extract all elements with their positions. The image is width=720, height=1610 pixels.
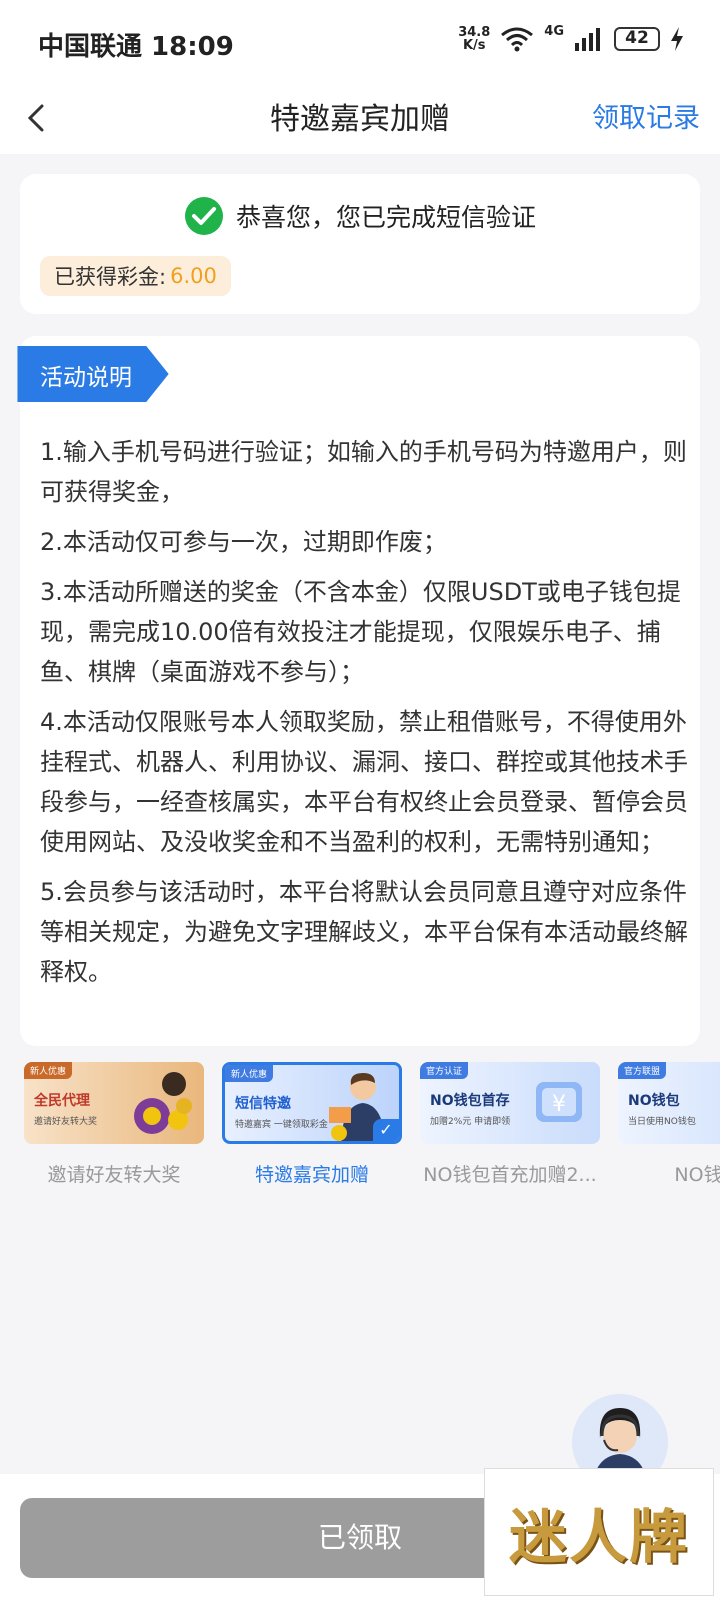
promo-tag: 官方联盟	[618, 1062, 667, 1079]
watermark-text: 迷人牌	[508, 1503, 689, 1571]
rules-tag-label: 活动说明	[40, 365, 132, 391]
promo-thumb-sub: 特邀嘉宾 一键领取彩金	[235, 1120, 328, 1130]
promo-tag: 新人优惠	[24, 1062, 73, 1079]
promo-tag: 官方认证	[420, 1062, 469, 1079]
rule-item: 1.输入手机号码进行验证；如输入的手机号码为特邀用户，则可获得奖金，	[40, 438, 687, 506]
promo-label: NO钱包首充加赠2...	[423, 1164, 597, 1186]
gold-coins-icon	[134, 1072, 192, 1134]
rule-item: 4.本活动仅限账号本人领取奖励，禁止租借账号，不得使用外挂程式、机器人、利用协议…	[40, 708, 688, 856]
promo-thumb-sub: 邀请好友转大奖	[34, 1117, 98, 1127]
bonus-badge: 已获得彩金: 6.00	[40, 256, 231, 296]
promo-thumb-title: NO钱包首存	[430, 1093, 510, 1109]
promo-item-invite[interactable]: 新人优惠 全民代理 邀请好友转大奖 邀请好友转大奖	[24, 1062, 204, 1187]
signal-icon	[575, 28, 600, 51]
promo-tag: 新人优惠	[225, 1065, 274, 1082]
status-icons: 34.8 K/s 4G 42	[458, 23, 684, 52]
success-row: 恭喜您，您已完成短信验证	[20, 196, 700, 236]
promo-label: 邀请好友转大奖	[47, 1164, 181, 1186]
bonus-value: 6.00	[170, 264, 217, 288]
battery-indicator: 42	[614, 27, 660, 51]
wifi-icon	[501, 27, 534, 52]
promo-thumbnail: 官方联盟 NO钱包 当日使用NO钱包	[618, 1062, 720, 1144]
claim-records-link[interactable]: 领取记录	[592, 96, 700, 135]
promo-thumb-title: 短信特邀	[235, 1096, 291, 1112]
rules-list: 1.输入手机号码进行验证；如输入的手机号码为特邀用户，则可获得奖金， 2.本活动…	[40, 432, 700, 1002]
promo-label: NO钱包	[674, 1164, 720, 1186]
wallet-yuan-icon: ¥	[536, 1082, 582, 1122]
nav-bar: 特邀嘉宾加赠 领取记录	[0, 84, 720, 154]
promotions-carousel: 新人优惠 全民代理 邀请好友转大奖 邀请好友转大奖 新人优惠 短信特邀 特邀嘉宾…	[0, 1062, 720, 1202]
charging-bolt-icon	[671, 27, 683, 51]
rule-item: 2.本活动仅可参与一次，过期即作废；	[40, 528, 447, 556]
verification-success-card: 恭喜您，您已完成短信验证 已获得彩金: 6.00	[20, 174, 700, 314]
rule-item: 5.会员参与该活动时，本平台将默认会员同意且遵守对应条件等相关规定，为避免文字理…	[40, 878, 688, 986]
speed-unit: K/s	[462, 38, 486, 53]
promo-thumb-sub: 加赠2%元 申请即领	[430, 1117, 511, 1127]
promo-label: 特邀嘉宾加赠	[254, 1164, 369, 1186]
check-circle-icon	[184, 197, 223, 235]
bonus-label: 已获得彩金:	[54, 265, 167, 289]
network-type: 4G	[544, 23, 564, 39]
promo-item-no-wallet-2[interactable]: 官方联盟 NO钱包 当日使用NO钱包 NO钱包	[618, 1062, 720, 1187]
promo-thumbnail: 新人优惠 全民代理 邀请好友转大奖	[24, 1062, 204, 1144]
promo-thumbnail: 官方认证 NO钱包首存 加赠2%元 申请即领 ¥	[420, 1062, 600, 1144]
promo-thumbnail: 新人优惠 短信特邀 特邀嘉宾 一键领取彩金 ✓	[222, 1062, 402, 1144]
activity-rules-card: 活动说明 1.输入手机号码进行验证；如输入的手机号码为特邀用户，则可获得奖金， …	[17, 336, 700, 1046]
rule-item: 3.本活动所赠送的奖金（不含本金）仅限USDT或电子钱包提现，需完成10.00倍…	[40, 578, 681, 686]
promo-thumb-title: 全民代理	[34, 1093, 90, 1109]
network-speed: 34.8 K/s	[458, 26, 490, 52]
success-message: 恭喜您，您已完成短信验证	[235, 203, 536, 232]
svg-text:¥: ¥	[552, 1092, 566, 1117]
watermark-logo: 迷人牌	[484, 1468, 714, 1596]
status-bar: 中国联通 18:09 34.8 K/s 4G 42	[0, 0, 720, 84]
promo-thumb-sub: 当日使用NO钱包	[628, 1117, 696, 1127]
selected-check-icon: ✓	[373, 1119, 399, 1141]
promo-item-vip-invite[interactable]: 新人优惠 短信特邀 特邀嘉宾 一键领取彩金 ✓ 特邀嘉宾加赠	[222, 1062, 402, 1187]
carrier-time: 中国联通 18:09	[38, 32, 234, 62]
promo-item-no-wallet[interactable]: 官方认证 NO钱包首存 加赠2%元 申请即领 ¥ NO钱包首充加赠2...	[420, 1062, 600, 1187]
promo-thumb-title: NO钱包	[628, 1093, 680, 1109]
